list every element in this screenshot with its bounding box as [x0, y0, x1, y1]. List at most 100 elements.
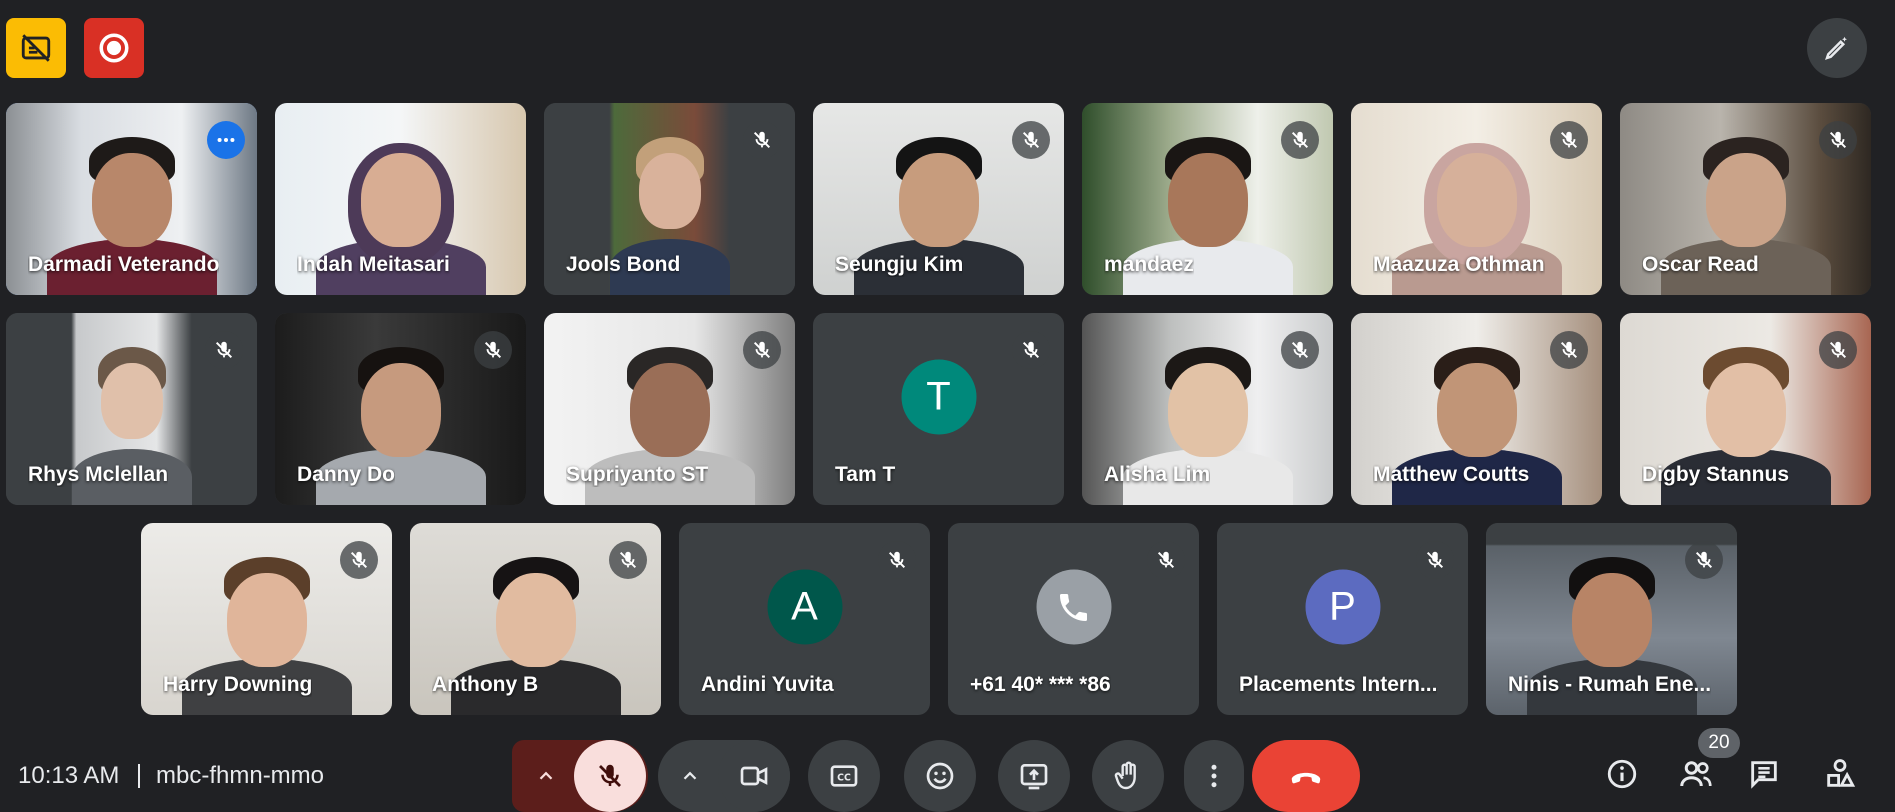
mic-off-icon: [1291, 131, 1309, 149]
participant-face: [1571, 573, 1652, 667]
participant-tile[interactable]: Digby Stannus: [1620, 313, 1871, 505]
participant-face: [1436, 153, 1517, 247]
participant-tile[interactable]: Matthew Coutts: [1351, 313, 1602, 505]
captions-off-icon: [21, 34, 51, 62]
participant-name: Matthew Coutts: [1373, 463, 1530, 486]
muted-indicator: [878, 541, 916, 579]
participant-tile[interactable]: Maazuza Othman: [1351, 103, 1602, 295]
participant-name: Digby Stannus: [1642, 463, 1790, 486]
video-options-button[interactable]: [660, 740, 720, 812]
present-screen-button[interactable]: [998, 740, 1070, 812]
participant-tile[interactable]: Indah Meitasari: [275, 103, 526, 295]
meeting-code: mbc-fhmn-mmo: [156, 762, 325, 789]
participant-name: Indah Meitasari: [297, 253, 450, 276]
mic-off-icon: [1560, 131, 1578, 149]
mic-off-icon: [1829, 341, 1847, 359]
participant-tile[interactable]: A Andini Yuvita: [679, 523, 930, 715]
participant-tile[interactable]: Alisha Lim: [1082, 313, 1333, 505]
muted-indicator: [1281, 331, 1319, 369]
participant-name: Alisha Lim: [1104, 463, 1211, 486]
muted-indicator: [474, 331, 512, 369]
effects-button[interactable]: [1807, 18, 1867, 78]
muted-indicator: [1685, 541, 1723, 579]
participant-name: Tam T: [835, 463, 896, 486]
people-button[interactable]: [1674, 752, 1718, 796]
participant-tile[interactable]: Danny Do: [275, 313, 526, 505]
chevron-up-icon: [539, 771, 553, 780]
participant-face: [360, 153, 441, 247]
captions-button[interactable]: CC: [808, 740, 880, 812]
muted-indicator: [743, 331, 781, 369]
participant-face: [100, 363, 163, 439]
effects-pencil-icon: [1825, 36, 1847, 60]
muted-indicator: [1147, 541, 1185, 579]
mic-off-icon: [1291, 341, 1309, 359]
captions-off-button[interactable]: [6, 18, 66, 78]
participant-face: [1436, 363, 1517, 457]
reactions-button[interactable]: [904, 740, 976, 812]
participant-face: [495, 573, 576, 667]
muted-indicator: [609, 541, 647, 579]
mic-off-icon: [1157, 551, 1175, 569]
participant-name: Darmadi Veterando: [28, 253, 220, 276]
participant-tile[interactable]: Supriyanto ST: [544, 313, 795, 505]
mic-off-icon: [484, 341, 502, 359]
participant-tile[interactable]: +61 40* *** *86: [948, 523, 1199, 715]
audio-options-button[interactable]: [514, 740, 578, 812]
participant-name: +61 40* *** *86: [970, 673, 1111, 696]
participant-name: Maazuza Othman: [1373, 253, 1545, 276]
mic-off-icon: [1022, 341, 1040, 359]
participant-tile[interactable]: Anthony B: [410, 523, 661, 715]
participant-tile[interactable]: Jools Bond: [544, 103, 795, 295]
participant-tile[interactable]: Rhys Mclellan: [6, 313, 257, 505]
participant-tile[interactable]: T Tam T: [813, 313, 1064, 505]
end-call-icon: [1291, 772, 1321, 784]
more-dots-icon: [217, 137, 235, 143]
present-icon: [1020, 764, 1048, 790]
activities-button[interactable]: [1818, 752, 1862, 796]
participant-name: Seungju Kim: [835, 253, 964, 276]
mic-off-icon: [1426, 551, 1444, 569]
participant-avatar: [1036, 569, 1111, 645]
participant-tile[interactable]: Oscar Read: [1620, 103, 1871, 295]
meeting-details-button[interactable]: [1600, 752, 1644, 796]
mic-toggle-button[interactable]: [574, 740, 646, 812]
participant-tile[interactable]: Seungju Kim: [813, 103, 1064, 295]
muted-indicator: [1819, 121, 1857, 159]
mic-off-icon: [1829, 131, 1847, 149]
recording-button[interactable]: [84, 18, 144, 78]
participant-face: [629, 363, 710, 457]
divider: [138, 764, 140, 788]
mic-off-icon: [1695, 551, 1713, 569]
mic-off-icon: [753, 131, 771, 149]
cc-icon: CC: [830, 765, 858, 787]
camera-toggle-button[interactable]: [718, 740, 790, 812]
participant-tile[interactable]: Harry Downing: [141, 523, 392, 715]
tile-options-button[interactable]: [207, 121, 245, 159]
chevron-up-icon: [683, 771, 697, 780]
more-vert-icon: [1211, 764, 1217, 788]
participant-tile[interactable]: Ninis - Rumah Ene...: [1486, 523, 1737, 715]
info-icon: [1607, 759, 1637, 789]
participant-name: Harry Downing: [163, 673, 313, 696]
avatar-initial: P: [1329, 584, 1356, 629]
participant-name: Rhys Mclellan: [28, 463, 169, 486]
participant-tile[interactable]: Darmadi Veterando: [6, 103, 257, 295]
muted-indicator: [1416, 541, 1454, 579]
participant-avatar: T: [901, 359, 976, 435]
muted-indicator: [340, 541, 378, 579]
participant-tile[interactable]: P Placements Intern...: [1217, 523, 1468, 715]
participant-name: Anthony B: [432, 673, 539, 696]
participant-face: [638, 153, 701, 229]
participant-face: [1705, 363, 1786, 457]
chat-button[interactable]: [1742, 752, 1786, 796]
participant-tile[interactable]: mandaez: [1082, 103, 1333, 295]
participant-face: [91, 153, 172, 247]
participant-name: Supriyanto ST: [566, 463, 709, 486]
muted-indicator: [1819, 331, 1857, 369]
more-options-button[interactable]: [1184, 740, 1244, 812]
leave-call-button[interactable]: [1252, 740, 1360, 812]
participant-avatar: P: [1305, 569, 1380, 645]
raise-hand-button[interactable]: [1092, 740, 1164, 812]
muted-indicator: [205, 331, 243, 369]
